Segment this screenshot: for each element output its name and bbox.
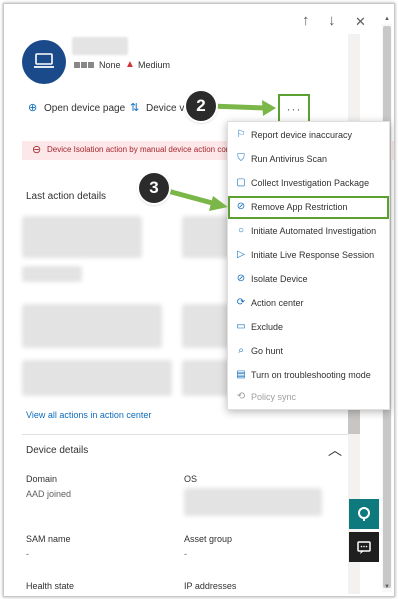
- arrow-three-head: [209, 196, 228, 211]
- asset-group-label: Asset group: [184, 534, 233, 544]
- domain-value: AAD joined: [26, 489, 72, 499]
- arrow-two-head: [262, 100, 276, 116]
- step-two-badge: 2: [186, 91, 216, 121]
- chat-icon: [357, 541, 371, 554]
- sam-name-value: -: [26, 549, 29, 559]
- device-details-title: Device details: [26, 445, 89, 456]
- os-label: OS: [184, 474, 198, 484]
- sync-icon: ⟲: [236, 391, 246, 402]
- chat-button[interactable]: [349, 532, 379, 562]
- redacted-block: [182, 304, 230, 348]
- isolate-icon: ⊘: [236, 273, 246, 284]
- redacted-block: [182, 360, 230, 396]
- menu-item-label: Isolate Device: [251, 274, 308, 284]
- exclude-icon: ▭: [236, 321, 246, 332]
- step-three-badge: 3: [139, 173, 169, 203]
- arrow-three: [163, 187, 217, 207]
- menu-item-troubleshooting-mode[interactable]: ▤ Turn on troubleshooting mode: [228, 364, 389, 387]
- menu-item-label: Exclude: [251, 322, 284, 332]
- feedback-icon: [358, 507, 370, 521]
- menu-item-label: Policy sync: [251, 392, 297, 402]
- menu-item-exclude[interactable]: ▭ Exclude: [228, 316, 389, 339]
- health-state-label: Health state: [26, 581, 75, 591]
- sam-name-label: SAM name: [26, 534, 71, 544]
- ip-addresses-label: IP addresses: [184, 581, 237, 591]
- menu-item-label: Turn on troubleshooting mode: [251, 370, 371, 380]
- device-panel: ↑ ↓ ✕ None ▲ Medium ⊕ Open device page ⇅…: [3, 3, 395, 597]
- menu-item-policy-sync: ⟲ Policy sync: [228, 386, 389, 409]
- os-value-redacted: [184, 488, 322, 516]
- menu-item-label: Action center: [251, 298, 304, 308]
- menu-item-label: Go hunt: [251, 346, 284, 356]
- redacted-block: [22, 360, 172, 396]
- troubleshoot-icon: ▤: [236, 369, 246, 380]
- menu-item-action-center[interactable]: ⟳ Action center: [228, 292, 389, 315]
- feedback-button[interactable]: [349, 499, 379, 529]
- menu-item-go-hunt[interactable]: ⌕ Go hunt: [228, 340, 389, 363]
- redacted-block: [22, 266, 82, 282]
- collapse-chevron-icon[interactable]: ︿: [328, 440, 342, 460]
- menu-item-isolate-device[interactable]: ⊘ Isolate Device: [228, 268, 389, 291]
- scroll-down-icon[interactable]: ▼: [384, 584, 390, 590]
- asset-group-value: -: [184, 549, 187, 559]
- section-divider: [22, 434, 352, 435]
- hunt-icon: ⌕: [238, 345, 244, 356]
- action-center-icon: ⟳: [236, 297, 246, 308]
- domain-label: Domain: [26, 474, 58, 484]
- redacted-block: [22, 304, 162, 348]
- arrow-two: [209, 103, 267, 111]
- view-all-actions-link[interactable]: View all actions in action center: [26, 410, 151, 420]
- callout-arrows: [163, 100, 276, 211]
